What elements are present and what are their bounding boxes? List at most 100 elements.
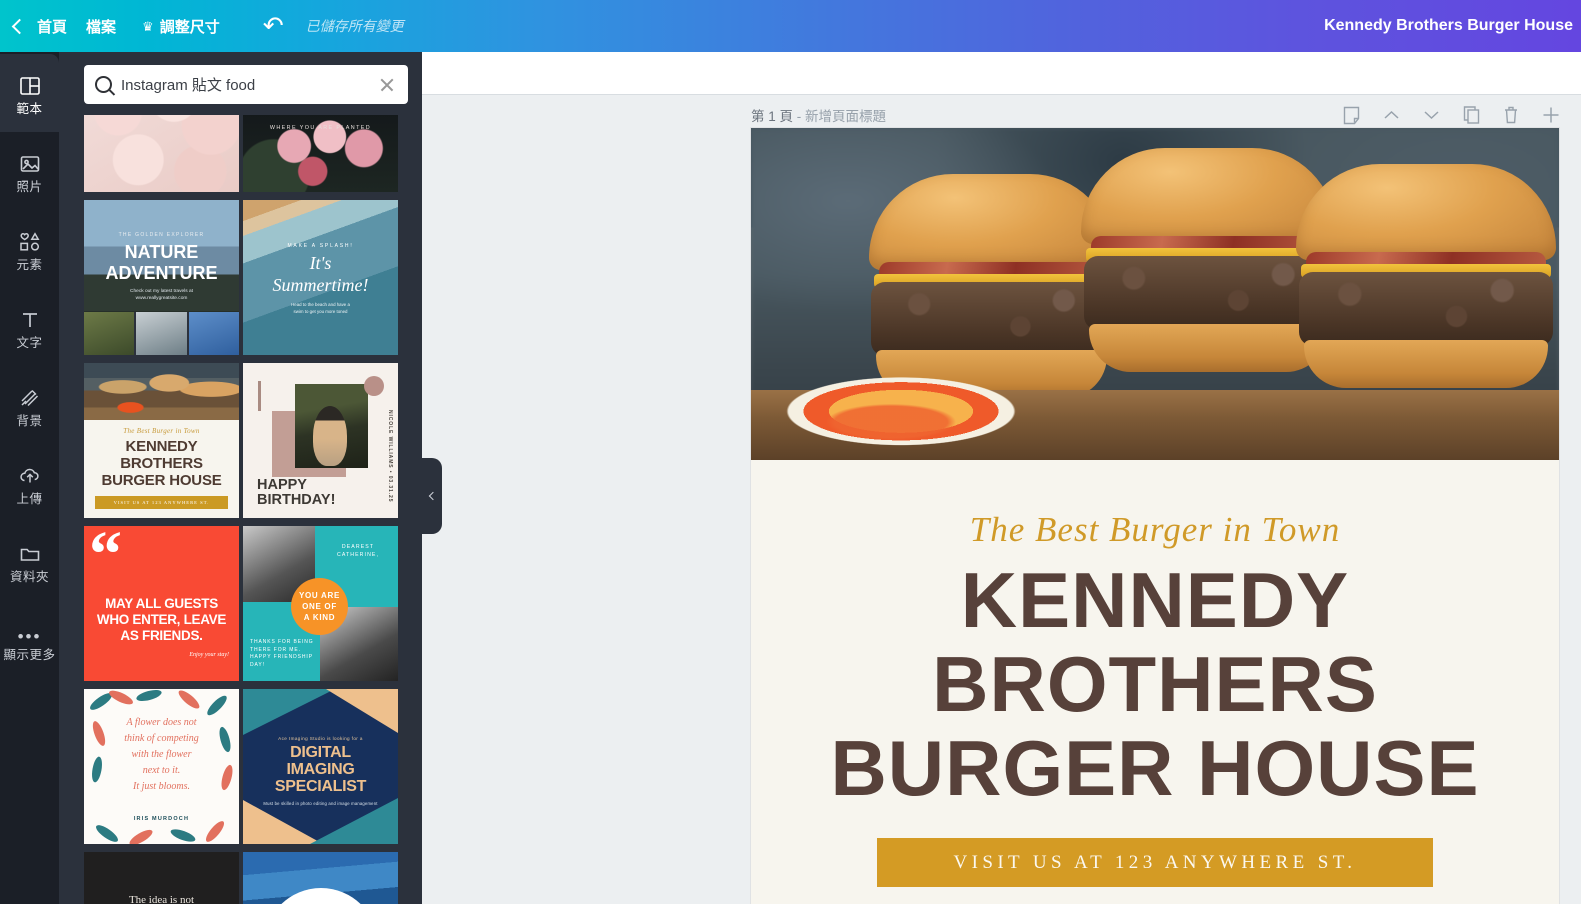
- crown-icon: ♛: [142, 18, 154, 34]
- template-title: MAY ALL GUESTS WHO ENTER, LEAVE AS FRIEN…: [96, 596, 227, 643]
- template-sig: IRIS MURDOCH: [133, 816, 190, 822]
- template-title: It's Summertime!: [272, 253, 369, 295]
- move-up-icon[interactable]: [1381, 104, 1401, 126]
- design-title[interactable]: Kennedy Brothers Burger House: [1324, 17, 1573, 35]
- template-sub: THANKS FOR BEING THERE FOR ME. HAPPY FRI…: [250, 639, 314, 668]
- background-icon: [19, 383, 41, 409]
- template-title: The idea is not to live forever, but to …: [128, 894, 195, 904]
- template-card-burger[interactable]: The Best Burger in Town KENNEDY BROTHERS…: [84, 363, 239, 518]
- save-status: 已儲存所有變更: [305, 18, 404, 34]
- undo-arrow-icon: ↶: [262, 11, 284, 40]
- template-sup: The Best Burger in Town: [123, 427, 200, 435]
- template-card[interactable]: GREEN ACRE TOURS DIVE INTO THE OCEAN: [243, 852, 398, 904]
- template-sub: Head to the beach and have a swim to get…: [291, 302, 350, 314]
- page-number: 第 1 頁: [751, 109, 794, 124]
- design-title-line-3: BURGER HOUSE: [830, 724, 1480, 812]
- sidebar-item-templates[interactable]: 範本: [0, 54, 59, 132]
- burger-right: [1296, 164, 1556, 420]
- template-badge: YOU ARE ONE OF A KIND: [291, 578, 348, 635]
- file-menu-button[interactable]: 檔案: [73, 0, 129, 52]
- upload-cloud-icon: [18, 461, 42, 487]
- template-card[interactable]: [84, 115, 239, 192]
- sidebar-item-background[interactable]: 背景: [0, 366, 59, 444]
- panel-collapse-handle[interactable]: [422, 458, 442, 534]
- template-title: NATURE ADVENTURE: [105, 242, 218, 283]
- template-card[interactable]: A flower does not think of competing wit…: [84, 689, 239, 844]
- decorative-circle: [264, 888, 378, 904]
- add-page-icon[interactable]: [1541, 104, 1561, 126]
- photo-icon: [19, 149, 41, 175]
- design-title-line-1: KENNEDY: [960, 556, 1350, 644]
- sidebar-label-text: 文字: [16, 335, 43, 350]
- template-card[interactable]: HAPPY BIRTHDAY! NICOLE WILLIAMS • 03.31.…: [243, 363, 398, 518]
- template-title: KENNEDY BROTHERS BURGER HOUSE: [101, 438, 222, 489]
- page-header: 第 1 頁 - 新增頁面標題: [751, 101, 1561, 129]
- sidebar-label-photos: 照片: [16, 179, 43, 194]
- folder-icon: [19, 539, 41, 565]
- sidebar-item-show-more[interactable]: ••• 顯示更多: [0, 600, 59, 678]
- template-sup: DEAREST CATHERINE,: [336, 544, 380, 558]
- search-icon: [95, 76, 112, 93]
- burger-photo[interactable]: [751, 128, 1559, 460]
- template-cta: VISIT US AT 123 ANYWHERE ST.: [95, 496, 228, 509]
- more-dots-icon: •••: [17, 626, 42, 646]
- canvas-workspace[interactable]: 第 1 頁 - 新增頁面標題 The Best Burger in Town K…: [422, 95, 1581, 904]
- top-bar: 首頁 檔案 ♛ 調整尺寸 ↶ 已儲存所有變更 Kennedy Brothers …: [0, 0, 1581, 52]
- sidebar-label-upload: 上傳: [16, 491, 43, 506]
- template-title: HAPPY BIRTHDAY!: [257, 477, 336, 508]
- move-down-icon[interactable]: [1421, 104, 1441, 126]
- template-sub: Must be skilled in photo editing and ima…: [263, 801, 378, 806]
- page-tools: [1341, 104, 1561, 126]
- page-label[interactable]: 第 1 頁 - 新增頁面標題: [751, 105, 886, 125]
- page-notes-icon[interactable]: [1341, 104, 1361, 126]
- search-input[interactable]: [121, 76, 377, 93]
- sidebar-item-photos[interactable]: 照片: [0, 132, 59, 210]
- template-sig: Enjoy your stay!: [189, 652, 229, 658]
- template-card[interactable]: The idea is not to live forever, but to …: [84, 852, 239, 904]
- sidebar-item-text[interactable]: 文字: [0, 288, 59, 366]
- template-card[interactable]: Ace Imaging Studio is looking for a DIGI…: [243, 689, 398, 844]
- home-button[interactable]: 首頁: [0, 0, 73, 52]
- template-photo-strip: [84, 312, 239, 355]
- template-side-text: NICOLE WILLIAMS • 03.31.25: [387, 409, 393, 502]
- close-icon[interactable]: [377, 75, 397, 95]
- resize-label: 調整尺寸: [159, 18, 220, 36]
- design-cta-button[interactable]: VISIT US AT 123 ANYWHERE ST.: [877, 838, 1433, 887]
- sidebar-label-folders: 資料夾: [9, 569, 49, 584]
- search-box[interactable]: [84, 65, 408, 104]
- template-card[interactable]: MAKE A SPLASH! It's Summertime! Head to …: [243, 200, 398, 355]
- page-title-placeholder[interactable]: 新增頁面標題: [805, 109, 886, 124]
- sidebar-label-templates: 範本: [16, 101, 43, 116]
- template-title: DIGITAL IMAGING SPECIALIST: [274, 744, 367, 795]
- resize-button[interactable]: ♛ 調整尺寸: [129, 0, 233, 52]
- template-card[interactable]: THE GOLDEN EXPLORER NATURE ADVENTURE Che…: [84, 200, 239, 355]
- page-separator: -: [793, 109, 806, 124]
- template-photo: [84, 363, 239, 420]
- text-icon: [19, 305, 41, 331]
- sidebar-item-folders[interactable]: 資料夾: [0, 522, 59, 600]
- template-sub: Check out my latest travels at www.reall…: [130, 289, 193, 301]
- sidebar-label-show-more: 顯示更多: [3, 647, 56, 662]
- sidebar-item-upload[interactable]: 上傳: [0, 444, 59, 522]
- sauce-swirl: [791, 394, 991, 450]
- design-title-block[interactable]: KENNEDY BROTHERS BURGER HOUSE: [751, 558, 1559, 810]
- chevron-left-icon: [428, 491, 438, 501]
- template-card[interactable]: “ MAY ALL GUESTS WHO ENTER, LEAVE AS FRI…: [84, 526, 239, 681]
- template-card[interactable]: WHERE YOU ARE PLANTED: [243, 115, 398, 192]
- design-title-line-2: BROTHERS: [932, 640, 1378, 728]
- chevron-left-icon: [11, 18, 28, 34]
- template-results-grid[interactable]: WHERE YOU ARE PLANTED THE GOLDEN EXPLORE…: [59, 115, 422, 904]
- template-title: A flower does not think of competing wit…: [124, 717, 199, 792]
- undo-button[interactable]: ↶: [247, 0, 300, 52]
- decorative-bar: [258, 381, 261, 411]
- design-subtitle[interactable]: The Best Burger in Town: [751, 510, 1559, 550]
- sidebar-label-background: 背景: [16, 413, 43, 428]
- quote-mark-icon: “: [89, 526, 122, 591]
- duplicate-page-icon[interactable]: [1461, 104, 1481, 126]
- template-card[interactable]: DEAREST CATHERINE, THANKS FOR BEING THER…: [243, 526, 398, 681]
- delete-page-icon[interactable]: [1501, 104, 1521, 126]
- template-sup: THE GOLDEN EXPLORER: [118, 232, 205, 238]
- sidebar-item-elements[interactable]: 元素: [0, 210, 59, 288]
- design-canvas[interactable]: The Best Burger in Town KENNEDY BROTHERS…: [751, 128, 1559, 904]
- templates-panel: WHERE YOU ARE PLANTED THE GOLDEN EXPLORE…: [59, 52, 422, 904]
